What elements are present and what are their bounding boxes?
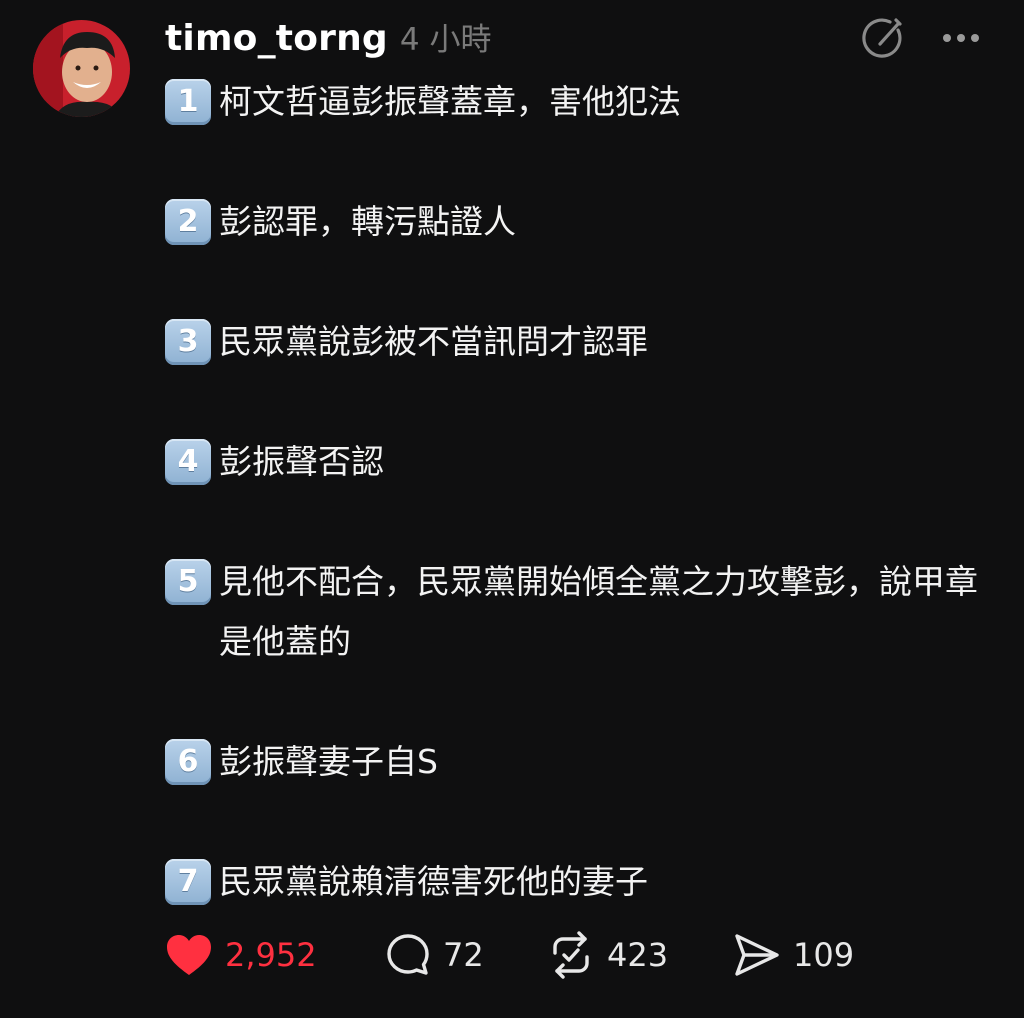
keycap-number-icon: 7 [165,859,211,905]
more-dots-icon[interactable] [938,22,986,54]
repost-count: 423 [607,936,669,974]
keycap-number-icon: 6 [165,739,211,785]
comment-count: 72 [443,936,484,974]
list-item-text: 彭振聲否認 [219,442,384,481]
list-item: 3 民眾黨說彭被不當訊問才認罪 [165,312,995,372]
keycap-number-icon: 3 [165,319,211,365]
share-count: 109 [793,936,855,974]
keycap-number-icon: 2 [165,199,211,245]
avatar[interactable] [33,20,130,117]
keycap-number-icon: 1 [165,79,211,125]
list-item-text: 見他不配合，民眾黨開始傾全黨之力攻擊彭，說甲章是他蓋的 [219,562,978,661]
share-button[interactable]: 109 [733,932,854,978]
comment-bubble-icon [387,934,429,975]
list-item-text: 柯文哲逼彭振聲蓋章，害他犯法 [219,82,681,121]
list-item-text: 彭認罪，轉污點證人 [219,202,516,241]
list-item: 2 彭認罪，轉污點證人 [165,192,995,252]
like-count: 2,952 [225,936,317,974]
like-button[interactable]: 2,952 [165,933,385,977]
list-item: 6 彭振聲妻子自S [165,732,995,792]
keycap-number-icon: 5 [165,559,211,605]
keycap-number-icon: 4 [165,439,211,485]
list-item-text: 彭振聲妻子自S [219,742,438,781]
edit-circle-icon[interactable] [858,14,906,62]
comment-button[interactable]: 72 [385,932,547,978]
post-actions: 2,952 72 423 109 [165,925,854,985]
username[interactable]: timo_torng [165,18,388,59]
repost-button[interactable]: 423 [547,931,733,979]
post-time: 4 小時 [399,22,492,58]
post-content: 1 柯文哲逼彭振聲蓋章，害他犯法 2 彭認罪，轉污點證人 3 民眾黨說彭被不當訊… [165,72,995,912]
post-header: timo_torng 4 小時 [165,14,491,62]
list-item-text: 民眾黨說彭被不當訊問才認罪 [219,322,648,361]
list-item-text: 民眾黨說賴清德害死他的妻子 [219,862,648,901]
list-item: 4 彭振聲否認 [165,432,995,492]
list-item: 1 柯文哲逼彭振聲蓋章，害他犯法 [165,72,995,132]
repost-icon [553,931,589,979]
share-send-icon [735,934,779,976]
list-item: 5 見他不配合，民眾黨開始傾全黨之力攻擊彭，說甲章是他蓋的 [165,552,995,672]
heart-icon [167,935,211,975]
list-item: 7 民眾黨說賴清德害死他的妻子 [165,852,995,912]
